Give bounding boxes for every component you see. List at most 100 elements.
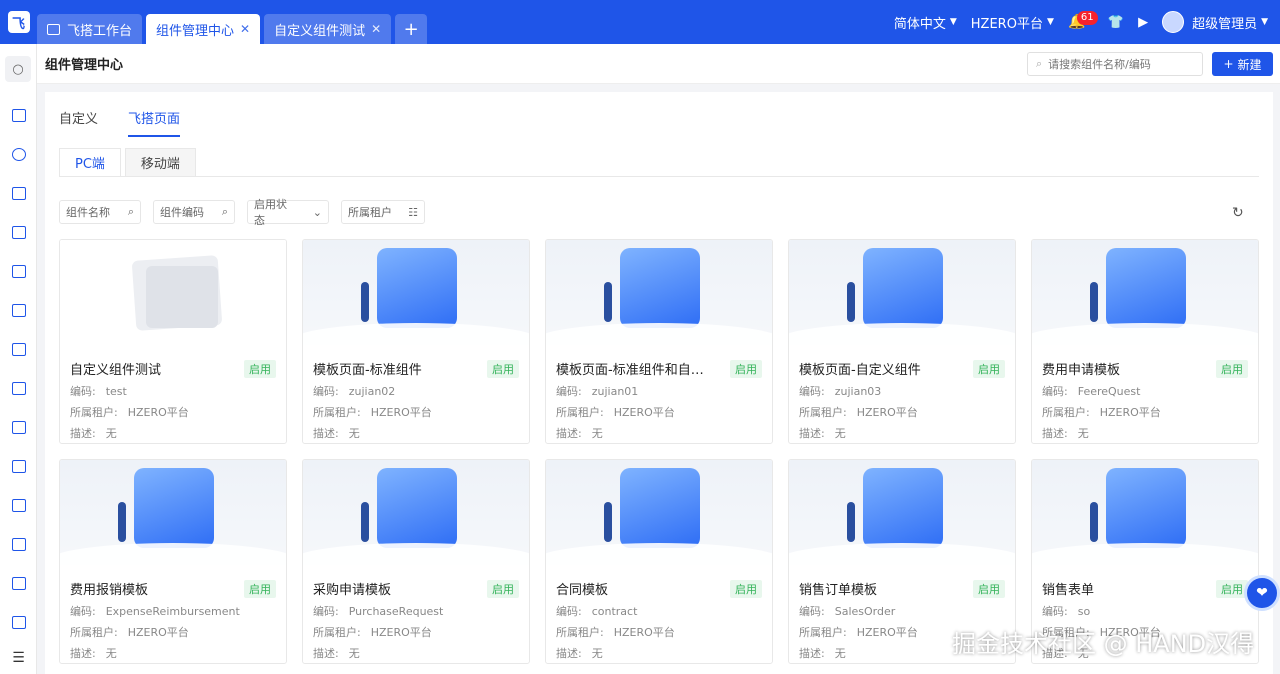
search-icon: ⌕ [221, 205, 228, 218]
menu-icon [11, 499, 26, 512]
tab-custom-component-test[interactable]: 自定义组件测试 ✕ [264, 14, 392, 44]
card-tenant: 所属租户: HZERO平台 [70, 406, 189, 419]
sidebar-item-11[interactable] [0, 486, 37, 525]
menu-icon [11, 382, 26, 395]
language-switcher[interactable]: 简体中文 ▼ [894, 13, 957, 32]
refresh-icon[interactable]: ↻ [1232, 205, 1244, 221]
tab-pc[interactable]: PC端 [59, 148, 121, 176]
sidebar: ○ ☰ [0, 44, 37, 674]
notification-badge: 61 [1076, 11, 1098, 25]
menu-icon [11, 616, 26, 629]
tab-workbench[interactable]: 飞搭工作台 [37, 14, 143, 44]
component-card[interactable]: 模板页面-标准组件 启用 编码: zujian02 所属租户: HZERO平台 描述: 无 [302, 239, 530, 444]
tab-custom[interactable]: 自定义 [59, 108, 98, 137]
sidebar-item-10[interactable] [0, 447, 37, 486]
search-icon: ⌕ [1036, 57, 1043, 70]
component-card[interactable]: 采购申请模板 启用 编码: PurchaseRequest 所属租户: HZERO平台 描述… [302, 459, 530, 664]
search-icon[interactable]: ○ [5, 56, 31, 82]
sidebar-item-5[interactable] [0, 252, 37, 291]
card-code: 编码: PurchaseRequest [313, 605, 444, 618]
component-card[interactable]: 合同模板 启用 编码: contract 所属租户: HZERO平台 描述: 无 [545, 459, 773, 664]
card-tenant: 所属租户: HZERO平台 [313, 626, 432, 639]
card-desc: 描述: 无 [556, 647, 603, 660]
menu-icon [11, 187, 26, 200]
filter-tenant[interactable]: 所属租户 ☷ [341, 200, 425, 224]
card-tenant: 所属租户: HZERO平台 [70, 626, 189, 639]
card-tenant: 所属租户: HZERO平台 [1042, 406, 1161, 419]
menu-icon [11, 577, 26, 590]
plus-icon: + [1223, 57, 1234, 71]
sidebar-item-2[interactable] [0, 135, 37, 174]
status-badge: 启用 [973, 359, 1005, 378]
tab-component-center[interactable]: 组件管理中心 ✕ [146, 14, 261, 44]
list-select-icon: ☷ [408, 205, 418, 219]
component-card[interactable]: 自定义组件测试 启用 编码: test 所属租户: HZERO平台 描述: 无 [59, 239, 287, 444]
card-desc: 描述: 无 [799, 427, 846, 440]
component-card[interactable]: 费用报销模板 启用 编码: ExpenseReimbursement 所属租户: HZER… [59, 459, 287, 664]
sidebar-item-12[interactable] [0, 525, 37, 564]
card-desc: 描述: 无 [313, 427, 360, 440]
card-tenant: 所属租户: HZERO平台 [556, 406, 675, 419]
menu-icon [11, 538, 26, 551]
menu-icon [11, 148, 26, 161]
card-title: 自定义组件测试 [70, 363, 162, 378]
card-title: 模板页面-标准组件 [313, 363, 422, 378]
shirt-icon[interactable]: 👕 [1108, 15, 1124, 30]
card-code: 编码: test [70, 385, 127, 398]
platform-switcher[interactable]: HZERO平台 ▼ [971, 13, 1054, 32]
card-desc: 描述: 无 [70, 647, 117, 660]
filter-name[interactable]: 组件名称 ⌕ [59, 200, 141, 224]
assistant-float-button[interactable]: ❤ [1244, 575, 1280, 611]
sidebar-item-13[interactable] [0, 564, 37, 603]
card-title: 费用报销模板 [70, 583, 149, 598]
component-card[interactable]: 模板页面-标准组件和自定义... 启用 编码: zujian01 所属租户: HZERO平… [545, 239, 773, 444]
lock-icon [60, 460, 286, 565]
play-icon[interactable]: ▶ [1138, 15, 1148, 30]
component-card[interactable]: 费用申请模板 启用 编码: FeereQuest 所属租户: HZERO平台 描述: 无 [1031, 239, 1259, 444]
sidebar-item-4[interactable] [0, 213, 37, 252]
card-code: 编码: contract [556, 605, 638, 618]
component-search: ⌕ [1027, 52, 1203, 76]
content-panel: 自定义 飞搭页面 PC端 移动端 组件名称 ⌕ 组件编码 ⌕ 启用状态 ⌄ 所属租户 ☷… [45, 92, 1273, 674]
page-title: 组件管理中心 [45, 58, 124, 73]
sidebar-item-6[interactable] [0, 291, 37, 330]
card-title: 采购申请模板 [313, 583, 392, 598]
card-code: 编码: so [1042, 605, 1091, 618]
level-tabs: 自定义 飞搭页面 [59, 108, 210, 137]
watermark: 掘金技术社区 @ HAND汉得 [952, 630, 1255, 658]
filter-bar: 组件名称 ⌕ 组件编码 ⌕ 启用状态 ⌄ 所属租户 ☷ [59, 198, 425, 227]
clipboard-document-icon [546, 240, 772, 345]
sidebar-item-8[interactable] [0, 369, 37, 408]
collapse-menu-icon[interactable]: ☰ [0, 650, 37, 666]
menu-icon [11, 226, 26, 239]
card-desc: 描述: 无 [1042, 427, 1089, 440]
status-badge: 启用 [973, 579, 1005, 598]
filter-code[interactable]: 组件编码 ⌕ [153, 200, 235, 224]
new-button[interactable]: + 新建 [1212, 52, 1273, 76]
close-icon[interactable]: ✕ [371, 22, 381, 36]
window-tabs: 飞搭工作台 组件管理中心 ✕ 自定义组件测试 ✕ + [37, 0, 431, 44]
chevron-down-icon: ▼ [949, 17, 957, 27]
card-title: 模板页面-标准组件和自定义... [556, 363, 716, 378]
sidebar-item-1[interactable] [0, 96, 37, 135]
tab-feida-pages[interactable]: 飞搭页面 [128, 108, 181, 137]
sidebar-item-7[interactable] [0, 330, 37, 369]
user-menu[interactable]: 超级管理员 ▼ [1162, 11, 1268, 33]
envelope-check-icon [546, 460, 772, 565]
card-tenant: 所属租户: HZERO平台 [556, 626, 675, 639]
component-card[interactable]: 模板页面-自定义组件 启用 编码: zujian03 所属租户: HZERO平台 描述: 无 [788, 239, 1016, 444]
sidebar-item-14[interactable] [0, 603, 37, 642]
close-icon[interactable]: ✕ [240, 22, 250, 36]
menu-icon [11, 265, 26, 278]
search-icon: ⌕ [127, 205, 134, 218]
search-input[interactable] [1048, 57, 1189, 71]
sidebar-item-3[interactable] [0, 174, 37, 213]
tab-mobile[interactable]: 移动端 [124, 148, 196, 176]
add-tab-button[interactable]: + [395, 14, 428, 44]
shopping-cart-icon [1032, 460, 1258, 565]
app-logo[interactable]: 飞 [0, 0, 37, 44]
sidebar-item-9[interactable] [0, 408, 37, 447]
bell-icon[interactable]: 🔔 61 [1068, 11, 1098, 31]
filter-status[interactable]: 启用状态 ⌄ [247, 198, 329, 227]
gear-icon [1032, 240, 1258, 345]
